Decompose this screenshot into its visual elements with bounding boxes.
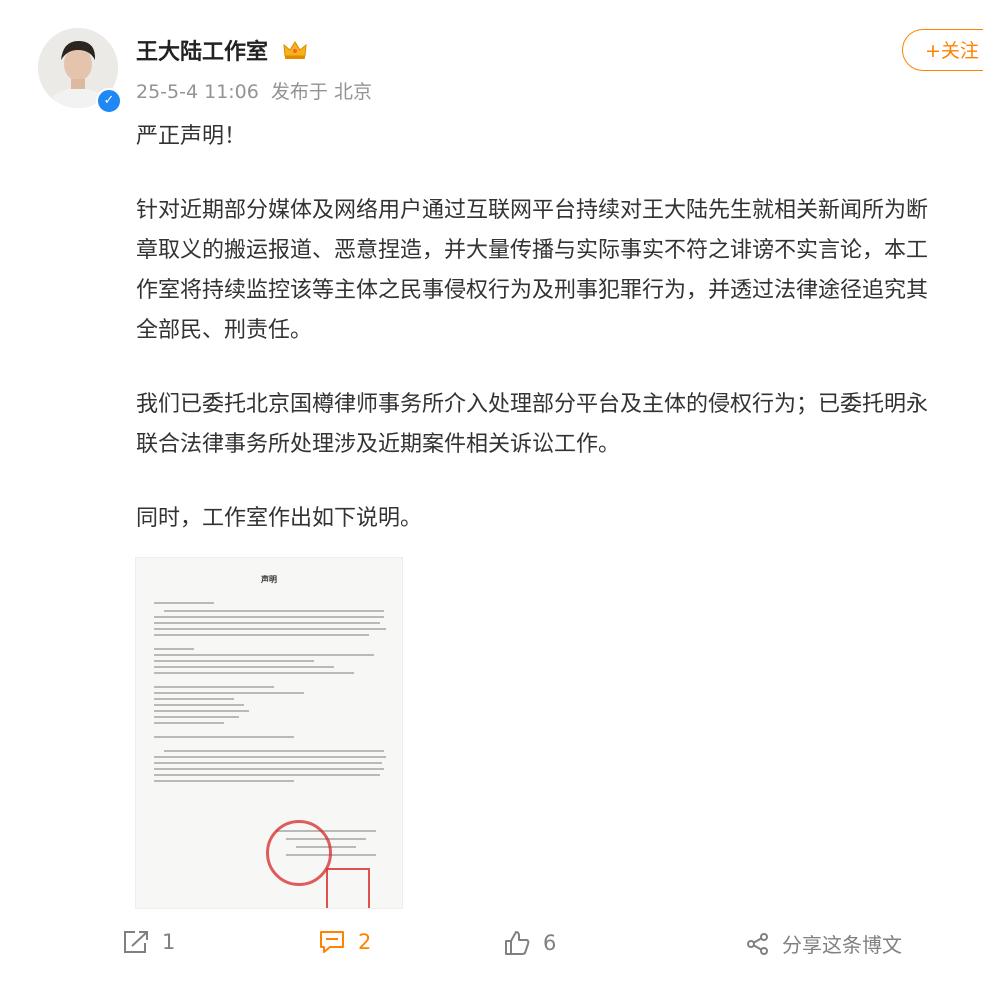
post-paragraph-3: 同时，工作室作出如下说明。: [136, 499, 422, 539]
text-line: 联合法律事务所处理涉及近期案件相关诉讼工作。: [136, 432, 621, 457]
post-meta: 25-5-4 11:06 发布于 北京: [136, 77, 378, 104]
post-timestamp[interactable]: 25-5-4 11:06: [136, 81, 259, 103]
post-paragraph-2: 我们已委托北京国樽律师事务所介入处理部分平台及主体的侵权行为；已委托明永 联合法…: [136, 385, 928, 465]
share-button[interactable]: 分享这条博文: [746, 929, 902, 958]
like-button[interactable]: 6: [503, 929, 556, 957]
seal-icon: [326, 868, 370, 908]
share-icon: [747, 932, 768, 955]
author-name[interactable]: 王大陆工作室: [136, 34, 308, 67]
text-line: 全部民、刑责任。: [136, 318, 313, 343]
crown-icon: [282, 39, 308, 67]
forward-count: 1: [162, 930, 176, 954]
text-line: 严正声明！: [136, 124, 247, 149]
text-line: 章取义的搬运报道、恶意捏造，并大量传播与实际事实不符之诽谤不实言论，本工: [136, 238, 929, 263]
red-stamp-icon: [266, 820, 332, 886]
author-name-text[interactable]: 王大陆工作室: [136, 40, 268, 65]
verified-icon: ✓: [96, 88, 122, 114]
post-heading: 严正声明！: [136, 117, 246, 157]
like-count: 6: [543, 931, 557, 955]
post-location: 发布于 北京: [270, 81, 372, 103]
text-line: 作室将持续监控该等主体之民事侵权行为及刑事犯罪行为，并透过法律途径追究其: [136, 278, 929, 303]
like-icon: [505, 931, 530, 955]
text-line: 针对近期部分媒体及网络用户通过互联网平台持续对王大陆先生就相关新闻所为断: [136, 198, 929, 223]
comment-button[interactable]: 2: [318, 929, 371, 955]
share-label: 分享这条博文: [782, 933, 902, 957]
comment-count: 2: [358, 930, 372, 954]
attachment-image[interactable]: 声明: [136, 558, 402, 908]
text-line: 同时，工作室作出如下说明。: [136, 506, 423, 531]
comment-icon: [320, 931, 344, 953]
post-paragraph-1: 针对近期部分媒体及网络用户通过互联网平台持续对王大陆先生就相关新闻所为断 章取义…: [136, 191, 928, 351]
follow-button[interactable]: +关注: [902, 29, 983, 71]
text-line: 我们已委托北京国樽律师事务所介入处理部分平台及主体的侵权行为；已委托明永: [136, 392, 929, 417]
forward-icon: [124, 931, 148, 953]
forward-button[interactable]: 1: [122, 929, 175, 955]
